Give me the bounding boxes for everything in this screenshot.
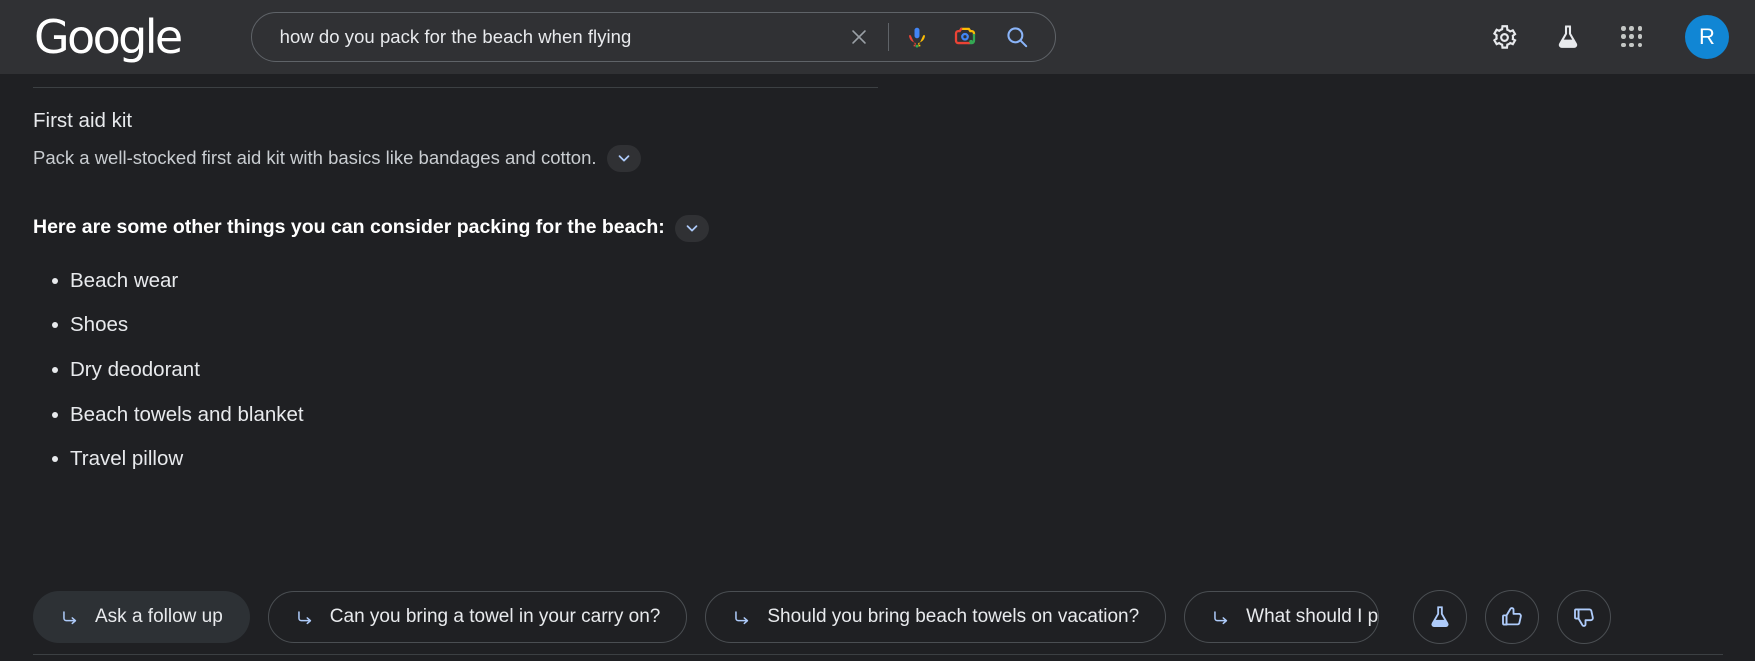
app-header: Google how do you pack for the beach whe…	[0, 0, 1755, 74]
reply-arrow-icon	[1211, 608, 1230, 627]
thumbs-up-button[interactable]	[1485, 590, 1540, 644]
avatar-initial: R	[1699, 24, 1715, 49]
header-actions: R	[1489, 15, 1729, 59]
google-lens-icon[interactable]	[949, 21, 981, 53]
list-item: Beach wear	[33, 268, 1755, 294]
apps-grid-icon[interactable]	[1617, 22, 1647, 52]
list-item: Dry deodorant	[33, 357, 1755, 383]
ask-follow-up-chip[interactable]: Ask a follow up	[33, 591, 250, 643]
followup-chip-2[interactable]: Should you bring beach towels on vacatio…	[705, 591, 1167, 643]
search-bar[interactable]	[250, 12, 1056, 62]
clear-search-icon[interactable]	[842, 20, 876, 54]
thumbs-down-button[interactable]	[1557, 590, 1612, 644]
list-item: Shoes	[33, 312, 1755, 338]
section-description-text: Pack a well-stocked first aid kit with b…	[33, 146, 597, 168]
chip-label: Can you bring a towel in your carry on?	[329, 606, 661, 627]
ai-overview-content: First aid kit Pack a well-stocked first …	[0, 74, 1755, 472]
reply-arrow-icon	[295, 608, 314, 627]
followup-chips-row: Ask a follow up Can you bring a towel in…	[33, 590, 1723, 644]
bottom-divider	[33, 654, 1723, 655]
followup-chip-3[interactable]: What should I p	[1184, 591, 1380, 643]
search-divider	[887, 23, 889, 51]
other-things-heading-text: Here are some other things you can consi…	[33, 216, 665, 239]
flask-icon[interactable]	[1553, 22, 1583, 52]
google-logo[interactable]: Google	[34, 10, 183, 64]
list-item: Travel pillow	[33, 446, 1755, 472]
chevron-down-icon[interactable]	[606, 144, 641, 172]
chip-label: Should you bring beach towels on vacatio…	[767, 606, 1140, 627]
chevron-down-icon[interactable]	[674, 214, 709, 242]
section-title: First aid kit	[33, 109, 133, 132]
microphone-icon[interactable]	[901, 21, 933, 53]
packing-list: Beach wear Shoes Dry deodorant Beach tow…	[33, 268, 1755, 472]
list-item: Beach towels and blanket	[33, 402, 1755, 428]
chip-label: Ask a follow up	[95, 606, 223, 627]
section-description: Pack a well-stocked first aid kit with b…	[33, 144, 1755, 172]
search-input[interactable]	[279, 26, 842, 48]
results-page: First aid kit Pack a well-stocked first …	[0, 74, 1755, 661]
search-submit-icon[interactable]	[1001, 21, 1033, 53]
followup-chip-1[interactable]: Can you bring a towel in your carry on?	[267, 591, 688, 643]
reply-arrow-icon	[732, 608, 751, 627]
chip-label: What should I p	[1246, 606, 1379, 627]
top-divider	[33, 87, 878, 88]
other-things-heading: Here are some other things you can consi…	[33, 214, 1755, 242]
google-logo-text: Google	[34, 10, 183, 64]
labs-button[interactable]	[1413, 590, 1468, 644]
avatar[interactable]: R	[1685, 15, 1729, 59]
reply-arrow-icon	[60, 608, 79, 627]
gear-icon[interactable]	[1489, 22, 1519, 52]
